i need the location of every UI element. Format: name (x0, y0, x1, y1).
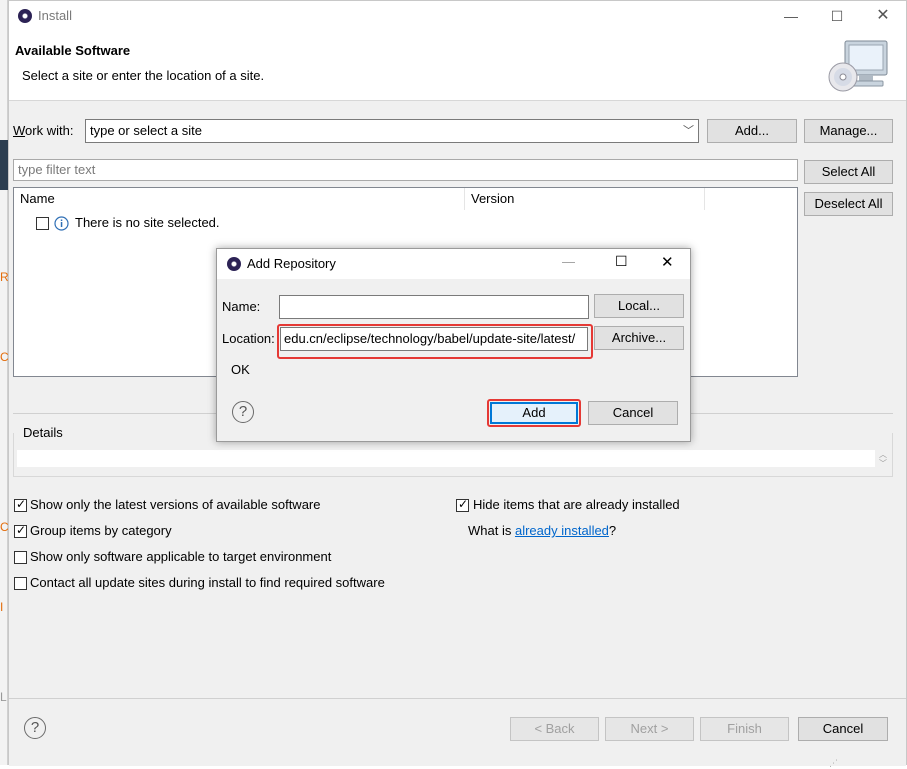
option-target[interactable]: Show only software applicable to target … (14, 549, 454, 567)
column-header-name[interactable]: Name (14, 188, 465, 210)
background-marker: C (0, 520, 8, 534)
next-button[interactable]: Next > (605, 717, 694, 741)
checkbox-latest[interactable] (14, 497, 27, 512)
column-header-version[interactable]: Version (465, 188, 705, 210)
manage-button[interactable]: Manage... (804, 119, 893, 143)
name-label: Name: (222, 299, 261, 314)
option-contact-label: Contact all update sites during install … (30, 575, 385, 590)
eclipse-icon (18, 9, 32, 23)
chevron-down-icon[interactable]: ﹀ (683, 120, 694, 142)
table-row[interactable]: There is no site selected. (36, 215, 636, 233)
close-icon[interactable]: ✕ (860, 1, 906, 31)
background-editor-strip: R C C I L (0, 0, 8, 765)
deselect-all-button[interactable]: Deselect All (804, 192, 893, 216)
minimize-icon[interactable]: — (562, 254, 575, 269)
background-marker: L (0, 690, 7, 704)
maximize-icon[interactable]: ☐ (814, 1, 860, 31)
option-contact[interactable]: Contact all update sites during install … (14, 575, 454, 593)
work-with-value: type or select a site (90, 123, 202, 138)
work-with-label: Work with: (13, 123, 74, 138)
cancel-button[interactable]: Cancel (798, 717, 888, 741)
background-marker: R (0, 270, 8, 284)
add-site-button[interactable]: Add... (707, 119, 797, 143)
row-name: There is no site selected. (75, 215, 220, 230)
location-label: Location: (222, 331, 275, 346)
row-checkbox[interactable] (36, 217, 49, 230)
install-cd-icon (828, 40, 888, 92)
checkbox-target[interactable] (14, 551, 27, 564)
page-subtitle: Select a site or enter the location of a… (22, 68, 265, 83)
minimize-icon[interactable]: — (768, 1, 814, 31)
background-marker: I (0, 600, 4, 614)
work-with-combo[interactable]: type or select a site ﹀ (85, 119, 699, 143)
wizard-header: Available Software Select a site or ente… (9, 31, 906, 101)
select-all-button[interactable]: Select All (804, 160, 893, 184)
filter-input[interactable]: type filter text (13, 159, 798, 181)
background-marker: C (0, 350, 8, 364)
option-group-label: Group items by category (30, 523, 172, 538)
add-repository-dialog: Add Repository — ☐ ✕ Name: Local... Loca… (216, 248, 691, 442)
option-latest[interactable]: Show only the latest versions of availab… (14, 497, 454, 515)
finish-button[interactable]: Finish (700, 717, 789, 741)
checkbox-contact[interactable] (14, 577, 27, 590)
option-group[interactable]: Group items by category (14, 523, 454, 541)
title-bar: Install — ☐ ✕ (9, 1, 906, 31)
help-icon[interactable]: ? (232, 401, 254, 423)
page-title: Available Software (15, 43, 131, 58)
maximize-icon[interactable]: ☐ (615, 253, 628, 270)
close-icon[interactable]: ✕ (661, 253, 674, 271)
background-editor-block (0, 140, 8, 190)
local-button[interactable]: Local... (594, 294, 684, 318)
option-hide-installed-label: Hide items that are already installed (473, 497, 680, 512)
name-input[interactable] (279, 295, 589, 319)
footer-separator (9, 698, 906, 699)
checkbox-hide-installed[interactable] (456, 497, 469, 512)
option-latest-label: Show only the latest versions of availab… (30, 497, 321, 512)
window-title: Install (38, 8, 72, 23)
checkbox-group[interactable] (14, 523, 27, 538)
add-button[interactable]: Add (490, 402, 578, 424)
resize-grip[interactable]: ⋰ (829, 758, 838, 769)
dialog-title-bar: Add Repository — ☐ ✕ (217, 249, 690, 279)
option-hide-installed[interactable]: Hide items that are already installed (456, 497, 756, 515)
status-text: OK (231, 362, 250, 377)
location-input[interactable]: edu.cn/eclipse/technology/babel/update-s… (280, 327, 588, 351)
info-icon (54, 216, 69, 231)
archive-button[interactable]: Archive... (594, 326, 684, 350)
back-button[interactable]: < Back (510, 717, 599, 741)
details-text (17, 450, 875, 467)
eclipse-icon (227, 257, 241, 271)
details-scrollbar[interactable]: ︿ ﹀ (879, 450, 889, 468)
dialog-cancel-button[interactable]: Cancel (588, 401, 678, 425)
help-icon[interactable]: ? (24, 717, 46, 739)
option-target-label: Show only software applicable to target … (30, 549, 332, 564)
what-is-installed: What is already installed? (468, 523, 617, 538)
already-installed-link[interactable]: already installed (515, 523, 609, 538)
dialog-title: Add Repository (247, 256, 336, 271)
